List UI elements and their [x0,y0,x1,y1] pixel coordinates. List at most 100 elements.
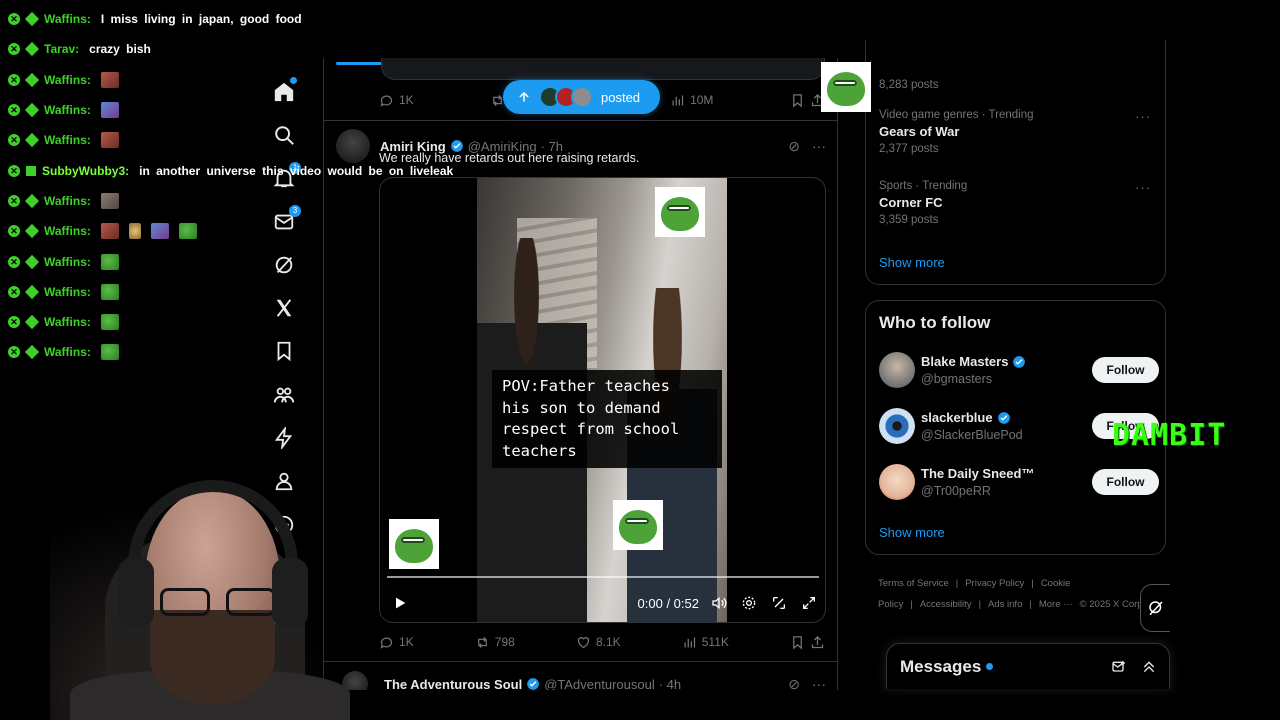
next-post-time[interactable]: · 4h [659,677,681,691]
play-icon[interactable] [392,595,408,611]
nav-communities[interactable] [264,373,304,416]
chat-message: ✕ Tarav: crazy bish [8,34,448,64]
chat-message: ✕ Waffins: [8,216,448,246]
chat-username[interactable]: Waffins: [44,73,91,87]
footer-link[interactable]: © 2025 X Corp. [1080,599,1146,610]
more-options-icon[interactable]: ··· [1135,109,1151,124]
footer-link[interactable]: Ads info [988,599,1022,610]
avatar[interactable] [879,408,915,444]
who-to-follow-show-more-link[interactable]: Show more [879,525,945,540]
follow-suggestion[interactable]: The Daily Sneed™ @Tr00peRR Follow [879,464,1159,500]
follow-handle: @SlackerBluePod [921,428,1023,442]
chat-message: ✕ Waffins: [8,246,448,276]
reply-icon [380,637,393,649]
next-post-author-handle[interactable]: @TAdventurousoul [544,677,655,691]
chat-message: ✕ SubbyWubby3: in another universe this vi… [8,155,453,185]
chat-username[interactable]: SubbyWubby3: [42,164,129,178]
settings-gear-icon[interactable] [741,595,757,611]
messages-unread-dot [986,663,994,670]
trends-show-more-link[interactable]: Show more [879,255,945,270]
video-caption: POV:Father teaches his son to demand res… [492,370,722,468]
trend-count: 2,377 posts [879,143,939,155]
trend-item[interactable]: Video game genres · Trending Gears of Wa… [879,109,1159,155]
follow-suggestion[interactable]: Blake Masters @bgmasters Follow [879,352,1159,388]
chat-username[interactable]: Waffins: [44,285,91,299]
new-posts-pill[interactable]: posted [503,80,660,114]
compose-message-icon[interactable] [1111,659,1127,675]
avatar[interactable] [879,352,915,388]
next-post-header-icons: ⊘ ··· [788,676,826,691]
chat-username[interactable]: Tarav: [44,42,79,56]
grok-floating-button[interactable] [1140,584,1170,632]
new-posts-label: posted [601,89,641,105]
pepe-sticker [389,519,439,569]
who-to-follow-title: Who to follow [879,313,991,332]
chat-username[interactable]: Waffins: [44,194,91,208]
chat-text: I miss living in japan, good food [100,12,302,27]
chat-username[interactable]: Waffins: [44,345,91,359]
webcam-glasses [160,588,278,618]
stream-chat: ✕ Waffins: I miss living in japan, good fo… [8,4,453,368]
next-post-header: The Adventurous Soul @TAdventurousoul · … [336,671,826,690]
pepe-sticker [655,187,705,237]
follow-handle: @bgmasters [921,372,993,386]
chat-mod-badge-icon: ✕ [8,225,20,238]
avatar[interactable] [879,464,915,500]
grok-explain-icon[interactable]: ⊘ [788,138,800,155]
follow-name[interactable]: slackerblue [921,410,993,425]
footer-link[interactable]: Privacy Policy [965,578,1024,589]
more-options-icon[interactable]: ··· [812,676,826,691]
follow-name[interactable]: Blake Masters [921,354,1008,369]
footer-link[interactable]: Accessibility [920,599,972,610]
chat-sub-badge-icon [24,12,40,27]
chat-emote-pepe [100,344,119,361]
views-button[interactable]: 511K [682,635,729,650]
bookmark-share[interactable] [790,93,825,108]
chat-emote-pepe [100,314,119,331]
bookmark-icon [793,93,802,107]
glasses-lens [226,588,276,616]
reply-button[interactable]: 1K [379,635,414,650]
chat-mod-badge-icon: ✕ [8,285,20,298]
share-icon [811,635,824,648]
chat-sub-badge-icon [24,193,40,208]
repost-count: 798 [494,635,515,649]
chat-mod-badge-icon: ✕ [8,194,20,207]
chat-username[interactable]: Waffins: [44,255,91,269]
bookmark-share[interactable] [790,635,825,650]
footer-link[interactable]: More ··· [1039,599,1073,610]
picture-in-picture-icon[interactable] [771,595,787,611]
footer-link[interactable]: Terms of Service [878,578,949,589]
grok-icon [1148,601,1163,616]
footer-separator: | [1029,599,1032,610]
follow-name-line: The Daily Sneed™ [921,466,1034,481]
chat-username[interactable]: Waffins: [44,224,91,238]
follow-button[interactable]: Follow [1092,469,1159,495]
like-button[interactable]: 8.1K [576,635,621,650]
nav-verified-orgs[interactable] [264,416,304,459]
chat-username[interactable]: Waffins: [44,103,91,117]
follow-name[interactable]: The Daily Sneed™ [921,466,1034,481]
post-actions: 1K 798 8.1K 511K [379,632,825,652]
chat-username[interactable]: Waffins: [44,315,91,329]
chat-username[interactable]: Waffins: [44,12,91,26]
chat-username[interactable]: Waffins: [44,133,91,147]
more-options-icon[interactable]: ··· [812,138,826,155]
volume-icon[interactable] [711,595,727,611]
follow-button[interactable]: Follow [1092,357,1159,383]
messages-drawer[interactable]: Messages [886,643,1170,689]
divider [324,661,837,662]
next-post-author-name[interactable]: The Adventurous Soul [384,677,522,691]
grok-explain-icon[interactable]: ⊘ [788,676,800,691]
chevron-up-double-icon[interactable] [1141,659,1157,675]
chat-message: ✕ Waffins: I miss living in japan, good fo… [8,4,448,34]
more-options-icon[interactable]: ··· [1135,180,1151,195]
repost-button[interactable]: 798 [475,635,515,650]
fullscreen-icon[interactable] [801,595,817,611]
video-progress-bar[interactable] [387,576,819,578]
footer-separator: | [910,599,913,610]
trend-item[interactable]: Sports · Trending Corner FC 3,359 posts … [879,180,1159,226]
footer-separator: | [978,599,982,610]
views-button[interactable]: 10M [670,93,713,108]
chat-message: ✕ Waffins: [8,277,448,307]
